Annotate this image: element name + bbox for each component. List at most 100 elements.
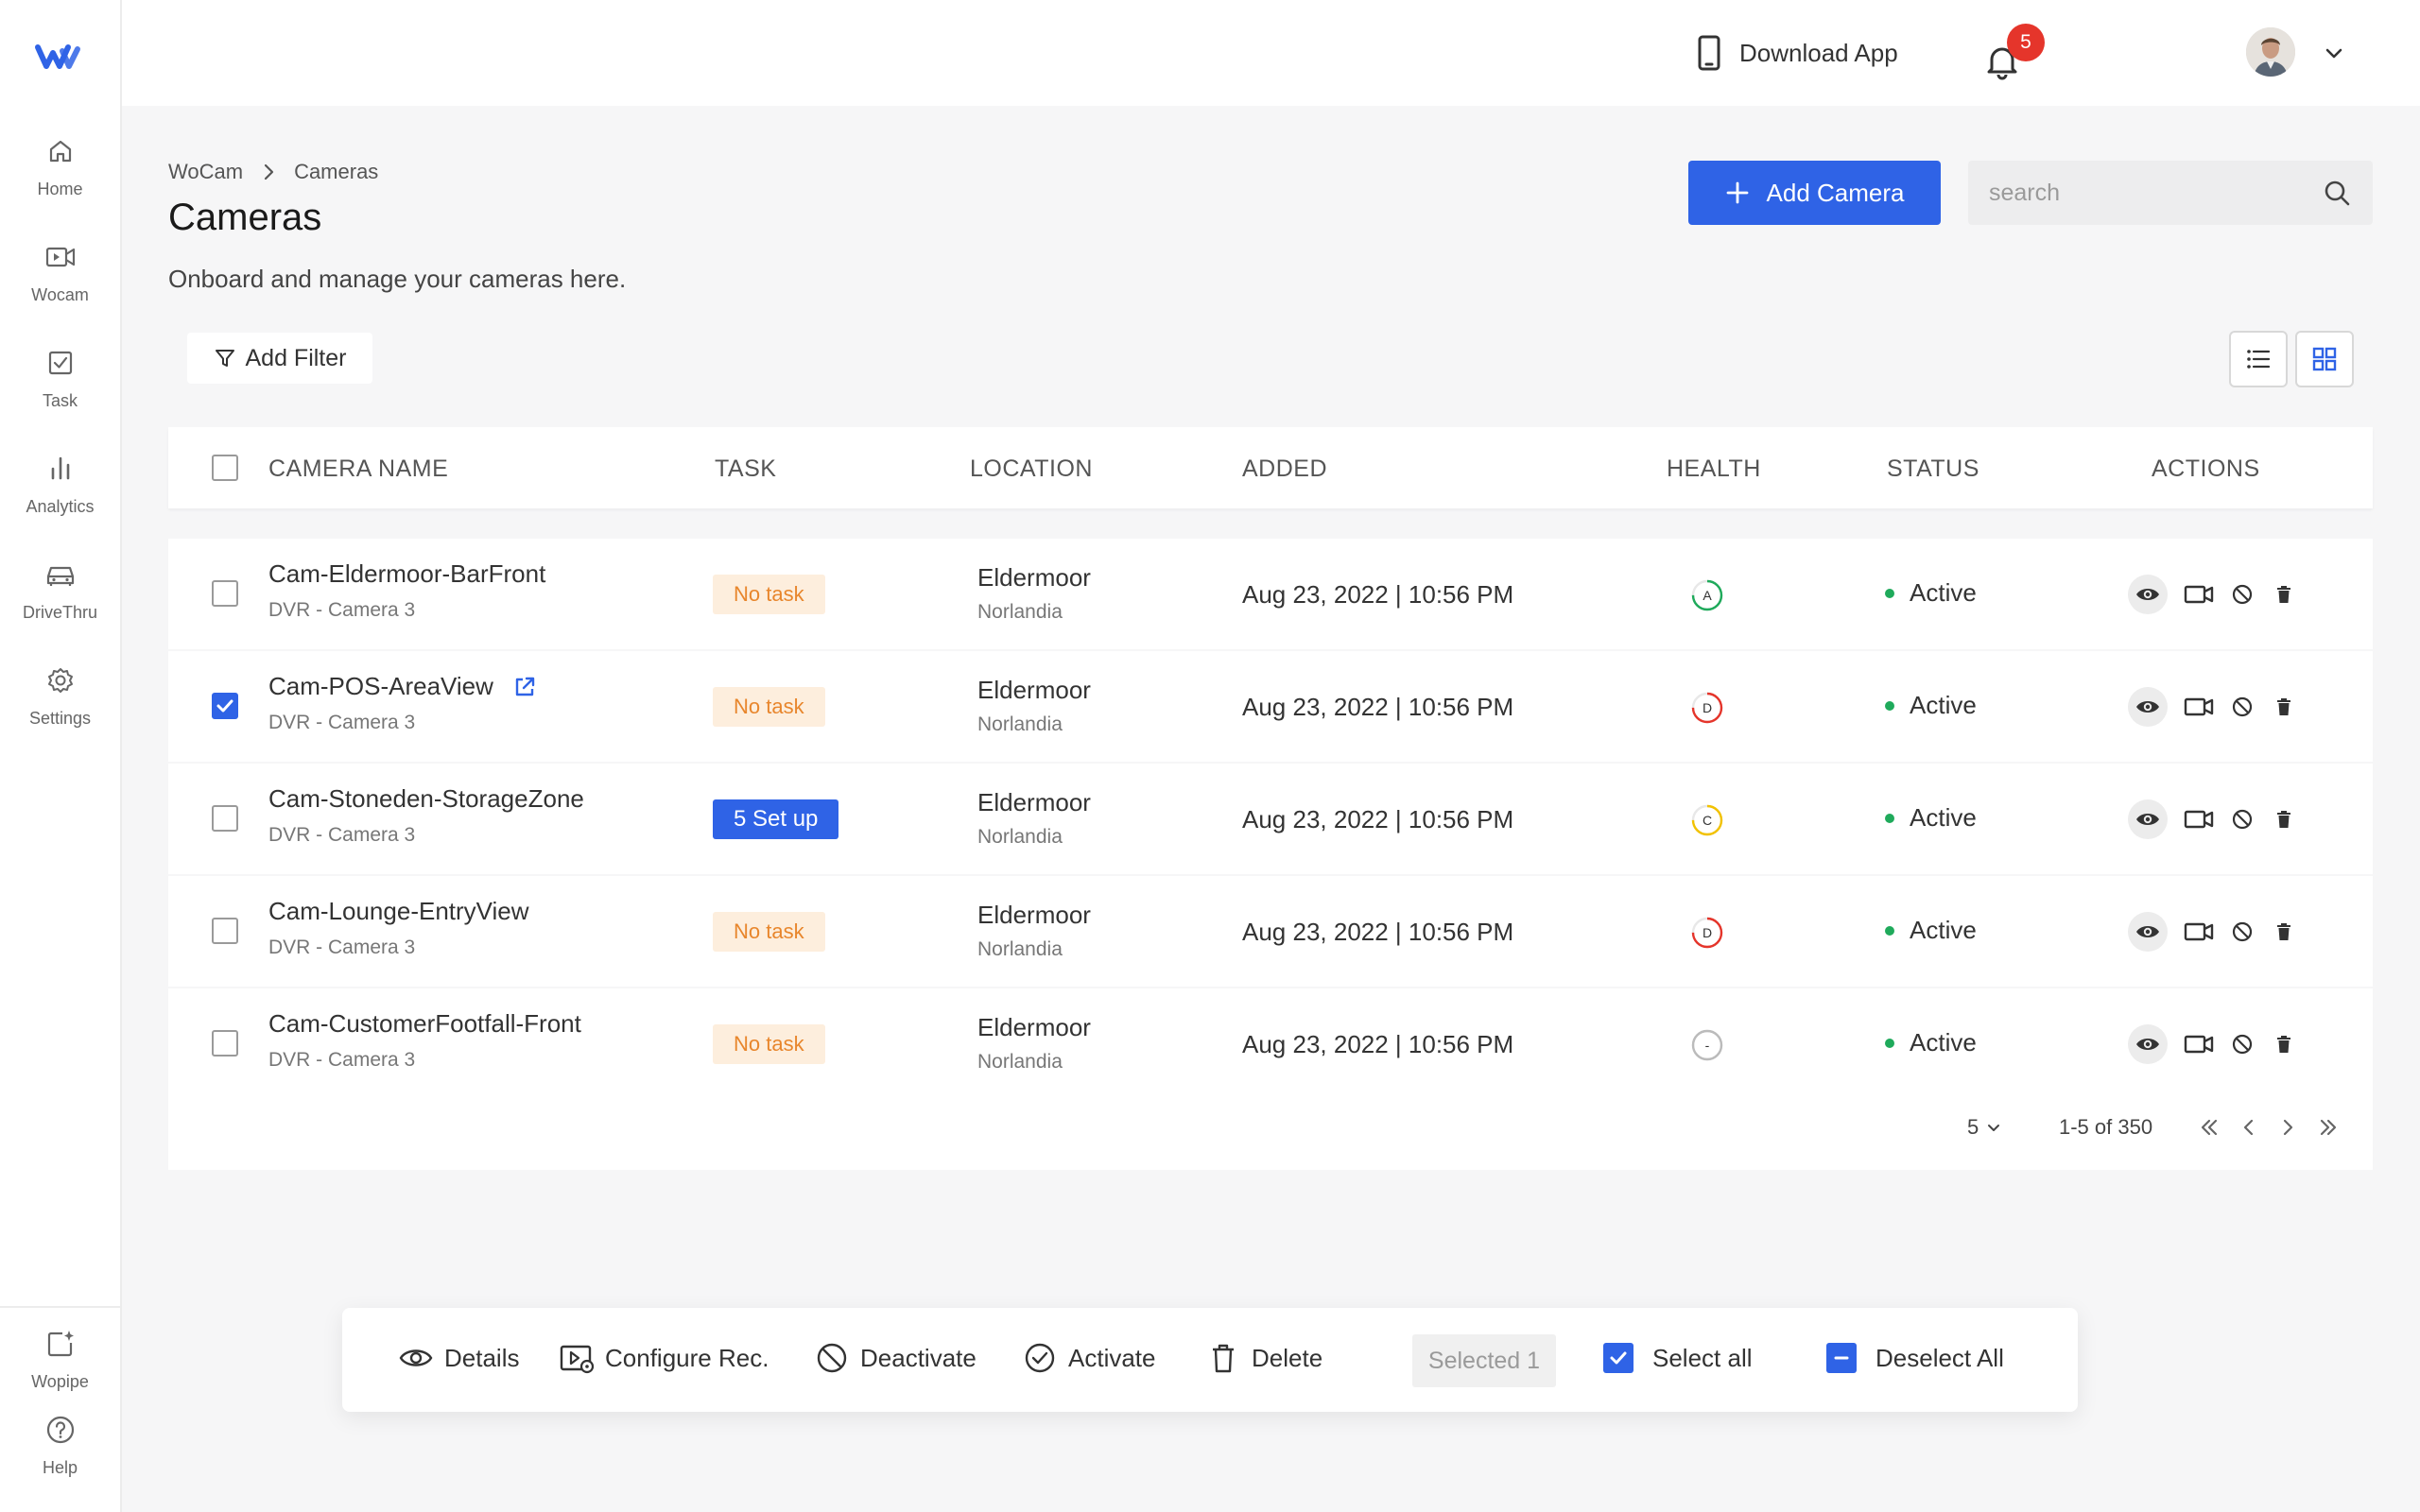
column-header-location[interactable]: LOCATION <box>970 455 1093 483</box>
deactivate-action[interactable] <box>2230 807 2255 832</box>
delete-action[interactable] <box>2273 921 2294 942</box>
download-app-button[interactable]: Download App <box>1692 32 1898 74</box>
activate-button[interactable]: Activate <box>1021 1339 1156 1377</box>
bulk-action-bar: Details Configure Rec. Deactivate Activa… <box>342 1308 2078 1412</box>
selected-count: Selected 1 <box>1412 1334 1556 1387</box>
trash-icon <box>2277 586 2290 603</box>
view-action[interactable] <box>2128 799 2168 839</box>
list-view-button[interactable] <box>2229 331 2288 387</box>
task-badge[interactable]: No task <box>713 1024 825 1064</box>
last-page-icon[interactable] <box>2314 1113 2342 1142</box>
column-header-camera-name[interactable]: CAMERA NAME <box>268 455 448 483</box>
first-page-icon[interactable] <box>2195 1113 2223 1142</box>
page-size-select[interactable]: 5 <box>1967 1115 2003 1140</box>
status-badge: Active <box>1885 803 1977 833</box>
deactivate-action[interactable] <box>2230 582 2255 607</box>
checked-checkbox-icon <box>1603 1343 1634 1373</box>
recording-action[interactable] <box>2183 916 2215 948</box>
row-checkbox[interactable] <box>212 805 238 832</box>
sidebar-item-settings[interactable]: Settings <box>0 662 120 756</box>
camera-source: DVR - Camera 3 <box>268 712 416 733</box>
delete-button[interactable]: Delete <box>1204 1339 1322 1377</box>
delete-action[interactable] <box>2273 696 2294 717</box>
add-camera-button[interactable]: Add Camera <box>1688 161 1941 225</box>
delete-action[interactable] <box>2273 1034 2294 1055</box>
deactivate-action[interactable] <box>2230 695 2255 719</box>
deactivate-button[interactable]: Deactivate <box>813 1339 977 1377</box>
deactivate-action[interactable] <box>2230 1032 2255 1057</box>
breadcrumb-item-wocam[interactable]: WoCam <box>168 160 243 184</box>
table-row[interactable]: Cam-Lounge-EntryView DVR - Camera 3 No tas… <box>168 876 2373 987</box>
row-checkbox[interactable] <box>212 693 238 719</box>
recording-action[interactable] <box>2183 578 2215 610</box>
camera-name[interactable]: Cam-Stoneden-StorageZone <box>268 784 584 814</box>
sidebar-item-analytics[interactable]: Analytics <box>0 450 120 544</box>
row-checkbox[interactable] <box>212 1030 238 1057</box>
avatar[interactable] <box>2246 27 2295 77</box>
camera-name[interactable]: Cam-CustomerFootfall-Front <box>268 1009 581 1039</box>
table-row[interactable]: Cam-CustomerFootfall-Front DVR - Camera 3… <box>168 988 2373 1099</box>
add-filter-label: Add Filter <box>245 344 347 371</box>
external-link-icon[interactable] <box>512 675 537 699</box>
added-date: Aug 23, 2022 | 10:56 PM <box>1242 1030 1514 1058</box>
column-header-added[interactable]: ADDED <box>1242 455 1327 483</box>
sidebar-item-home[interactable]: Home <box>0 132 120 227</box>
table-row[interactable]: Cam-Stoneden-StorageZone DVR - Camera 3 5 … <box>168 764 2373 874</box>
search-input[interactable] <box>1989 161 2310 225</box>
camera-name[interactable]: Cam-Eldermoor-BarFront <box>268 559 545 589</box>
sidebar-item-help[interactable]: Help <box>0 1411 120 1505</box>
location-name: Eldermoor <box>977 676 1091 704</box>
sidebar-item-drivethru[interactable]: DriveThru <box>0 556 120 650</box>
location-name: Eldermoor <box>977 563 1091 592</box>
camera-name-cell: Cam-Eldermoor-BarFront <box>268 559 545 589</box>
previous-page-icon[interactable] <box>2235 1113 2263 1142</box>
task-badge[interactable]: No task <box>713 575 825 614</box>
deselect-all-button[interactable]: Deselect All <box>1826 1343 2004 1373</box>
camera-name[interactable]: Cam-POS-AreaView <box>268 672 493 701</box>
deactivate-action[interactable] <box>2230 919 2255 944</box>
task-badge[interactable]: No task <box>713 687 825 727</box>
row-checkbox[interactable] <box>212 580 238 607</box>
grid-view-button[interactable] <box>2295 331 2354 387</box>
help-icon <box>46 1416 74 1444</box>
select-all-button[interactable]: Select all <box>1603 1343 1753 1373</box>
task-check-icon <box>48 351 72 375</box>
delete-action[interactable] <box>2273 809 2294 830</box>
activate-label: Activate <box>1068 1343 1156 1372</box>
row-actions <box>2128 1024 2294 1064</box>
configure-recording-button[interactable]: Configure Rec. <box>558 1339 769 1377</box>
camera-name[interactable]: Cam-Lounge-EntryView <box>268 897 529 926</box>
search-icon[interactable] <box>2322 178 2352 208</box>
view-action[interactable] <box>2128 575 2168 614</box>
status-badge: Active <box>1885 916 1977 945</box>
next-page-icon[interactable] <box>2273 1113 2302 1142</box>
table-row[interactable]: Cam-POS-AreaView DVR - Camera 3 No task Eld… <box>168 651 2373 762</box>
recording-action[interactable] <box>2183 803 2215 835</box>
sidebar-item-task[interactable]: Task <box>0 344 120 438</box>
task-badge[interactable]: 5 Set up <box>713 799 839 839</box>
view-action[interactable] <box>2128 687 2168 727</box>
sidebar-item-wopipe[interactable]: Wopipe <box>0 1325 120 1419</box>
column-header-health[interactable]: HEALTH <box>1667 455 1761 483</box>
delete-action[interactable] <box>2273 584 2294 605</box>
task-badge[interactable]: No task <box>713 912 825 952</box>
row-checkbox[interactable] <box>212 918 238 944</box>
add-filter-button[interactable]: Add Filter <box>187 333 372 384</box>
select-all-checkbox[interactable] <box>212 455 238 481</box>
delete-label: Delete <box>1252 1343 1323 1372</box>
sidebar-item-wocam[interactable]: Wocam <box>0 238 120 333</box>
details-button[interactable]: Details <box>397 1339 519 1377</box>
row-actions <box>2128 575 2294 614</box>
status-badge: Active <box>1885 1028 1977 1057</box>
search-box <box>1968 161 2373 225</box>
chevron-down-icon[interactable] <box>2323 42 2345 64</box>
column-header-status[interactable]: STATUS <box>1887 455 1979 483</box>
column-header-task[interactable]: TASK <box>715 455 776 483</box>
app-logo[interactable] <box>34 38 87 76</box>
table-row[interactable]: Cam-Eldermoor-BarFront DVR - Camera 3 No t… <box>168 539 2373 649</box>
recording-action[interactable] <box>2183 1028 2215 1060</box>
view-action[interactable] <box>2128 1024 2168 1064</box>
view-action[interactable] <box>2128 912 2168 952</box>
health-grade-icon: D <box>1691 917 1723 949</box>
recording-action[interactable] <box>2183 691 2215 723</box>
